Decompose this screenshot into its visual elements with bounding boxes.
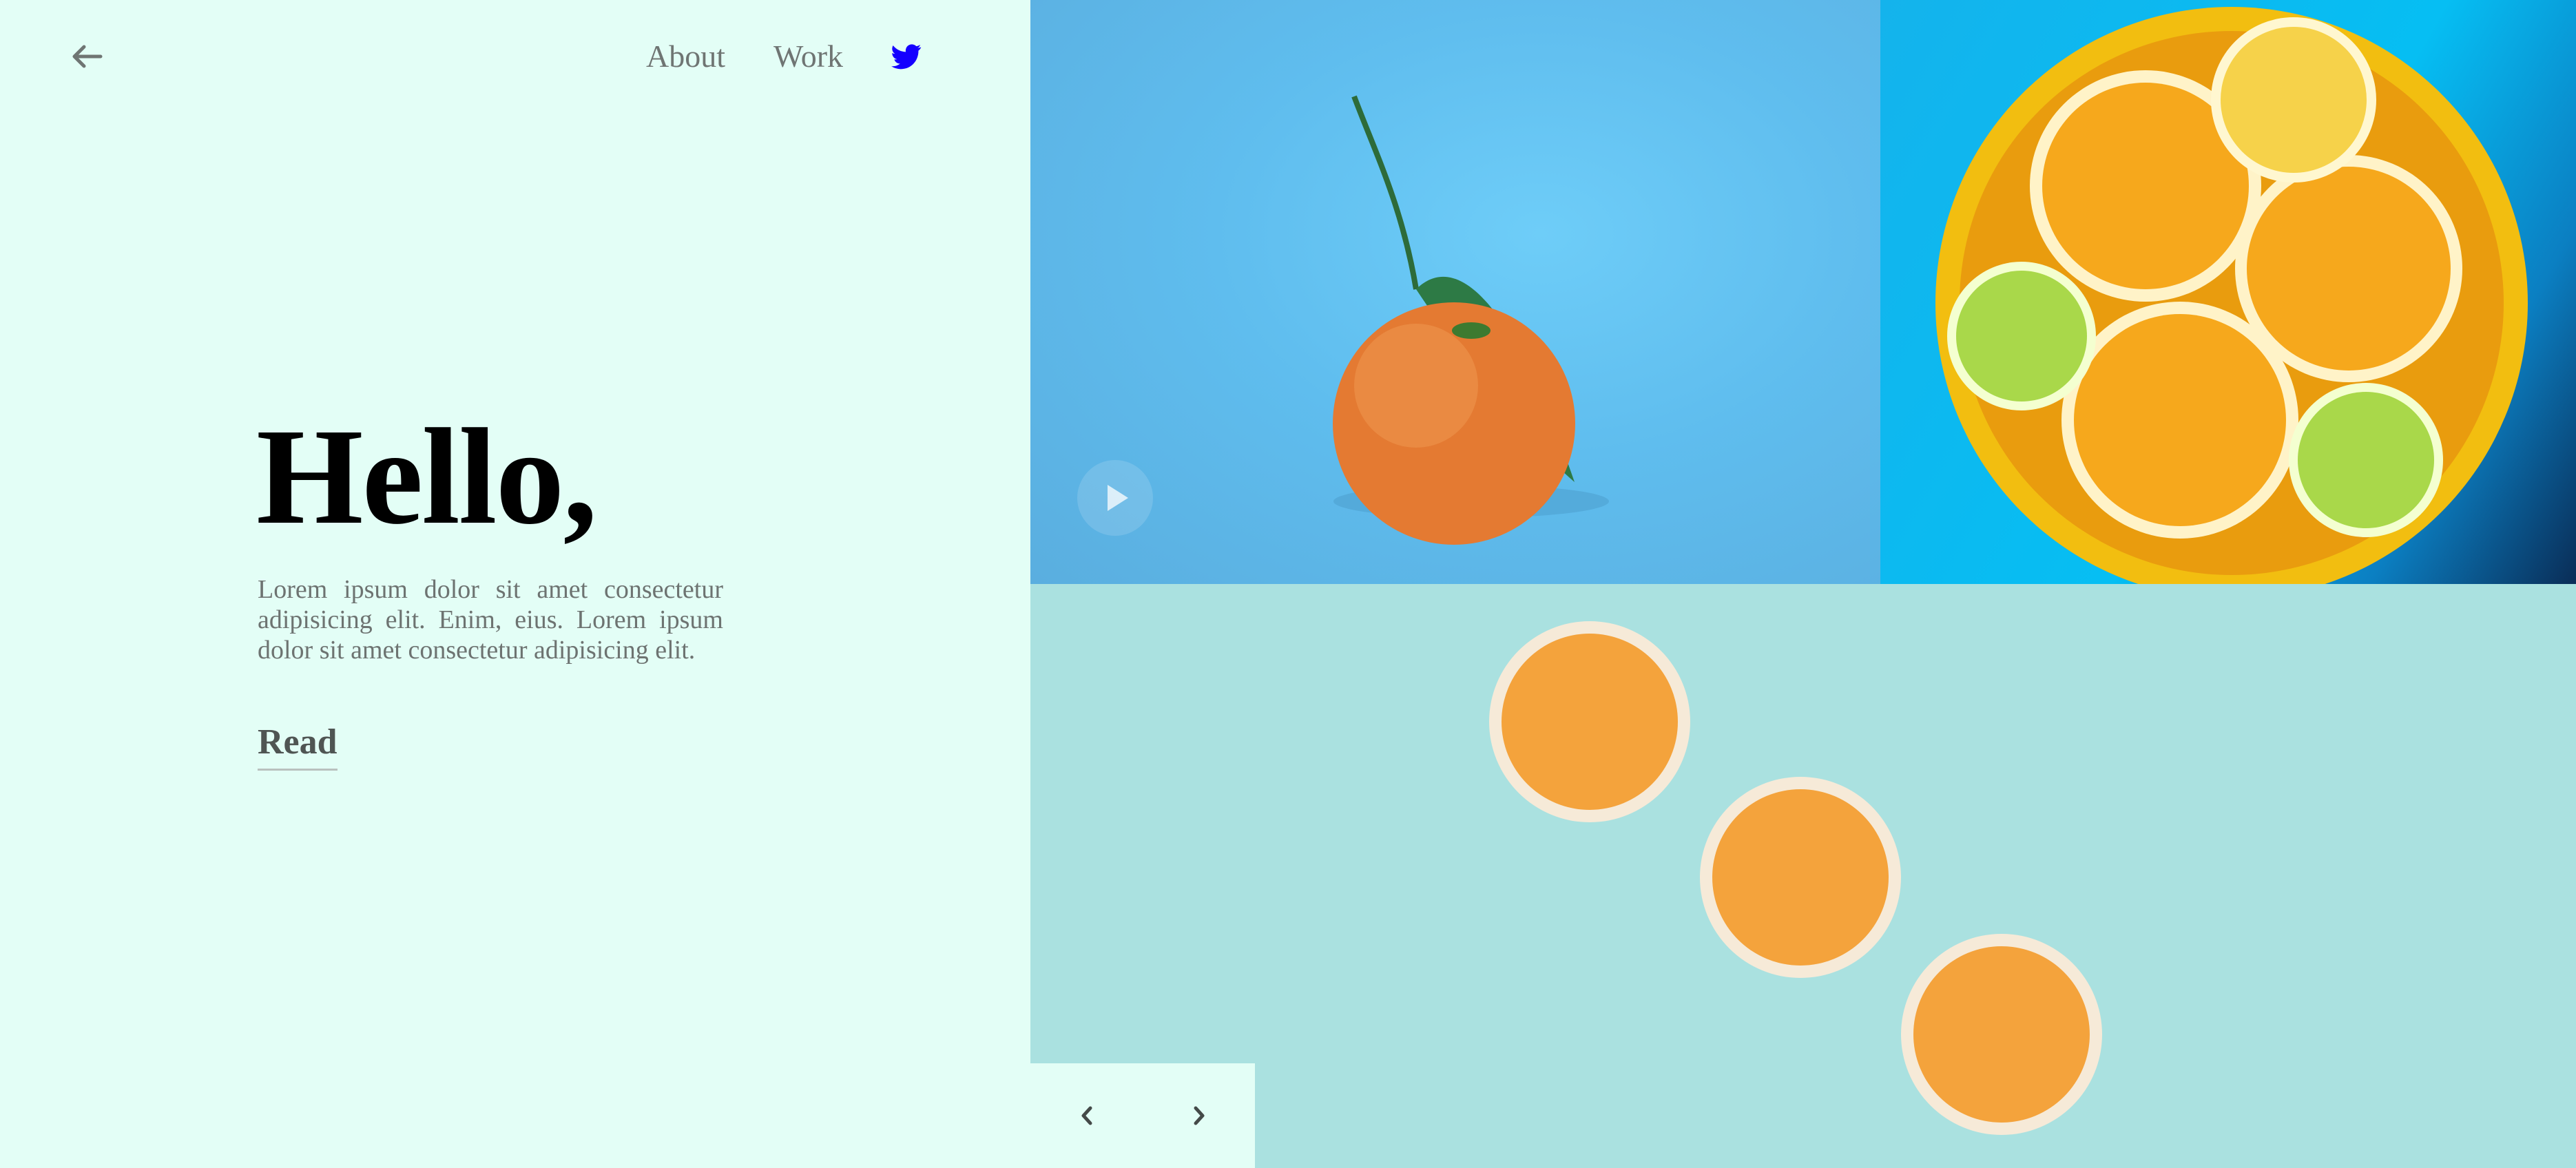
hero-description: Lorem ipsum dolor sit amet consectetur a… — [258, 575, 723, 665]
top-nav: About Work — [646, 34, 922, 79]
tangerine-photo — [1030, 0, 1880, 584]
chevron-left-icon — [1081, 1106, 1092, 1125]
play-button[interactable] — [1077, 460, 1153, 536]
image-gallery — [1030, 0, 2576, 1168]
intro-panel: About Work Hello, Lorem ipsum dolor sit … — [0, 0, 1030, 1168]
twitter-icon[interactable] — [891, 41, 922, 72]
read-link[interactable]: Read — [258, 720, 337, 771]
nav-link-work[interactable]: Work — [773, 34, 843, 79]
gallery-pager — [1030, 1063, 1255, 1168]
nav-link-about[interactable]: About — [646, 34, 725, 79]
back-button[interactable] — [66, 40, 105, 73]
orange-slices-photo — [1030, 584, 2576, 1168]
play-icon — [1108, 485, 1128, 511]
next-button[interactable] — [1143, 1063, 1255, 1168]
chevron-right-icon — [1194, 1106, 1204, 1125]
arrow-left-icon — [72, 45, 103, 68]
hero-title: Hello, — [256, 401, 597, 553]
prev-button[interactable] — [1030, 1063, 1143, 1168]
citrus-bowl-photo — [1880, 0, 2576, 584]
